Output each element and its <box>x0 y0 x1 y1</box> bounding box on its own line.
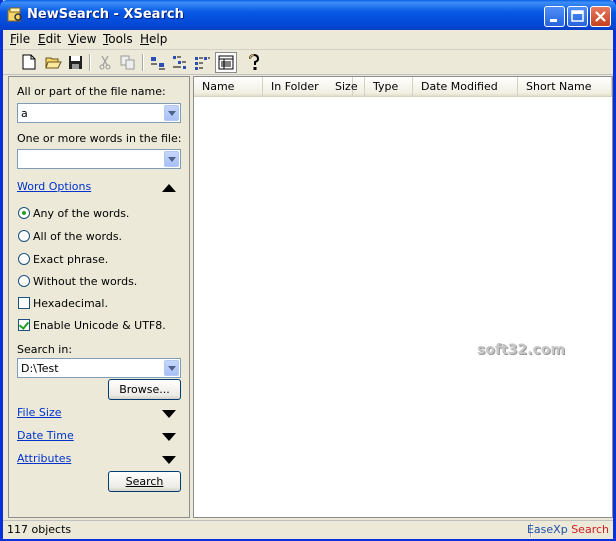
menu-tools[interactable]: Tools <box>103 32 133 46</box>
brand-part-1: EaseXp <box>526 523 568 536</box>
menu-bar: File Edit View Tools Help <box>3 30 613 50</box>
brand-part-2: Search <box>571 523 609 536</box>
attributes-label: Attributes <box>17 452 72 465</box>
option-exact-phrase-label: Exact phrase. <box>33 253 109 266</box>
open-folder-icon <box>44 57 62 68</box>
search-panel: All or part of the file name: a One or m… <box>8 76 190 518</box>
hexadecimal-checkbox[interactable] <box>18 297 30 309</box>
search-in-value: D:\Test <box>21 362 59 375</box>
chevron-down-icon[interactable] <box>164 360 179 376</box>
radio-exact-phrase[interactable] <box>18 253 30 265</box>
copy-button[interactable] <box>119 53 137 71</box>
window-title: NewSearch - XSearch <box>27 7 184 22</box>
filename-value: a <box>21 107 28 120</box>
close-icon <box>595 11 606 22</box>
chevron-down-icon[interactable] <box>164 105 179 121</box>
search-in-label: Search in: <box>17 343 73 356</box>
save-icon <box>68 55 82 69</box>
menu-view-key: V <box>68 32 76 46</box>
large-icons-view-button[interactable] <box>149 53 167 71</box>
results-header: Name In Folder Size Type Date Modified S… <box>194 77 612 97</box>
date-time-toggle[interactable]: Date Time <box>17 429 74 442</box>
attributes-toggle[interactable]: Attributes <box>17 452 71 465</box>
words-label: One or more words in the file: <box>17 132 182 145</box>
maximize-icon <box>571 10 584 22</box>
list-view-icon <box>195 56 210 70</box>
date-time-label: Date Time <box>17 429 74 442</box>
menu-help-rest: elp <box>149 32 168 46</box>
expand-down-icon[interactable] <box>162 410 176 418</box>
watermark: soft32.com <box>477 342 566 358</box>
menu-edit[interactable]: Edit <box>38 32 61 46</box>
menu-edit-rest: dit <box>45 32 62 46</box>
status-bar: 117 objects EaseXp Search <box>3 520 613 539</box>
word-options-label: Word Options <box>17 180 92 193</box>
expand-down-icon[interactable] <box>162 456 176 464</box>
menu-help-key: H <box>140 32 150 46</box>
radio-all-words[interactable] <box>18 230 30 242</box>
search-button-label: Search <box>125 475 164 488</box>
menu-help[interactable]: Help <box>140 32 167 46</box>
copy-icon <box>120 55 135 69</box>
chevron-down-icon[interactable] <box>164 151 179 167</box>
app-icon <box>7 7 23 23</box>
save-button[interactable] <box>66 53 84 71</box>
menu-view[interactable]: View <box>68 32 96 46</box>
filename-combo[interactable]: a <box>17 103 181 123</box>
column-header-type[interactable]: Type <box>365 77 413 96</box>
minimize-button[interactable] <box>544 6 565 27</box>
radio-any-words[interactable] <box>18 207 30 219</box>
results-list[interactable]: Name In Folder Size Type Date Modified S… <box>193 76 613 518</box>
toolbar <box>3 50 613 75</box>
title-bar[interactable]: NewSearch - XSearch <box>0 0 616 30</box>
close-button[interactable] <box>590 6 611 27</box>
small-icons-view-button[interactable] <box>171 53 189 71</box>
toolbar-separator <box>89 54 91 71</box>
app-window: NewSearch - XSearch File Edit View Tools… <box>0 0 616 541</box>
list-view-button[interactable] <box>193 53 211 71</box>
unicode-checkbox[interactable] <box>18 319 30 331</box>
cut-icon <box>99 55 111 69</box>
minimize-icon <box>550 19 557 22</box>
cut-button[interactable] <box>96 53 114 71</box>
maximize-button[interactable] <box>567 6 588 27</box>
help-icon <box>249 53 260 70</box>
new-button[interactable] <box>20 53 38 71</box>
toolbar-separator <box>142 54 144 71</box>
expand-down-icon[interactable] <box>162 433 176 441</box>
column-header-size[interactable]: Size <box>327 77 365 96</box>
details-view-icon <box>218 55 234 70</box>
unicode-label: Enable Unicode & UTF8. <box>33 319 166 332</box>
column-header-short-name[interactable]: Short Name <box>518 77 612 96</box>
option-all-words-label: All of the words. <box>33 230 123 243</box>
small-icons-view-icon <box>173 55 186 69</box>
status-brand: EaseXp Search <box>527 523 609 536</box>
option-without-words-label: Without the words. <box>33 275 138 288</box>
word-options-toggle[interactable]: Word Options <box>17 180 91 193</box>
help-button[interactable] <box>245 53 263 71</box>
details-view-button[interactable] <box>215 52 237 73</box>
hexadecimal-label: Hexadecimal. <box>33 297 108 310</box>
menu-view-rest: iew <box>75 32 97 46</box>
large-icons-view-icon <box>151 56 165 69</box>
collapse-up-icon[interactable] <box>162 184 176 192</box>
column-header-name[interactable]: Name <box>194 77 263 96</box>
option-any-words-label: Any of the words. <box>33 207 130 220</box>
menu-tools-rest: ools <box>108 32 133 46</box>
column-header-date-modified[interactable]: Date Modified <box>413 77 518 96</box>
file-size-toggle[interactable]: File Size <box>17 406 61 419</box>
search-in-combo[interactable]: D:\Test <box>17 358 181 378</box>
menu-file-rest: ile <box>16 32 31 46</box>
open-button[interactable] <box>44 53 62 71</box>
file-size-label: File Size <box>17 406 62 419</box>
menu-file[interactable]: File <box>10 32 30 46</box>
filename-label: All or part of the file name: <box>17 85 166 98</box>
words-combo[interactable] <box>17 149 181 169</box>
new-file-icon <box>22 54 36 70</box>
radio-without-words[interactable] <box>18 275 30 287</box>
search-button[interactable]: Search <box>108 471 181 492</box>
browse-button[interactable]: Browse... <box>108 379 181 400</box>
status-object-count: 117 objects <box>7 523 72 536</box>
menu-edit-key: E <box>38 32 46 46</box>
